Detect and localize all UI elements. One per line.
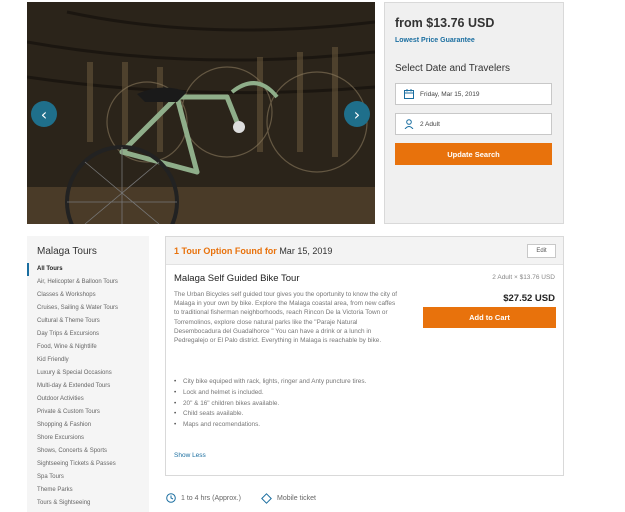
lowest-price-link[interactable]: Lowest Price Guarantee: [395, 37, 475, 44]
feature-item: Child seats available.: [174, 409, 399, 420]
edit-button[interactable]: Edit: [527, 244, 556, 258]
results-count: 1 Tour Option Found for: [174, 246, 277, 256]
option-title: Malaga Self Guided Bike Tour: [174, 273, 300, 284]
booking-panel: from $13.76 USD Lowest Price Guarantee S…: [384, 2, 564, 224]
sidebar-item[interactable]: Spa Tours: [27, 471, 149, 484]
duration-info: 1 to 4 hrs (Approx.): [166, 493, 241, 503]
ticket-icon: [261, 493, 272, 504]
sidebar-item[interactable]: Food, Wine & Nightlife: [27, 341, 149, 354]
sidebar-item[interactable]: Day Trips & Excursions: [27, 328, 149, 341]
sidebar-item[interactable]: Sightseeing Tickets & Passes: [27, 458, 149, 471]
calendar-icon: [404, 89, 416, 99]
feature-item: City bike equiped with rack, lights, rin…: [174, 377, 399, 388]
sidebar-title: Malaga Tours: [37, 246, 97, 257]
duration-text: 1 to 4 hrs (Approx.): [181, 494, 241, 502]
sidebar-item[interactable]: Air, Helicopter & Balloon Tours: [27, 276, 149, 289]
sidebar-item[interactable]: Kid Friendly: [27, 354, 149, 367]
sidebar-item[interactable]: Shore Excursions: [27, 432, 149, 445]
tour-photo: ‹ ›: [27, 2, 375, 224]
sidebar-item[interactable]: Multi-day & Extended Tours: [27, 380, 149, 393]
results-date: Mar 15, 2019: [276, 246, 333, 256]
price-total: $27.52 USD: [503, 293, 555, 304]
sidebar-item[interactable]: Theme Parks: [27, 484, 149, 497]
sidebar-item[interactable]: Tours & Sightseeing: [27, 497, 149, 510]
category-list: All Tours Air, Helicopter & Balloon Tours…: [27, 263, 149, 510]
results-panel: 1 Tour Option Found for Mar 15, 2019 Edi…: [165, 236, 564, 476]
show-less-link[interactable]: Show Less: [174, 452, 206, 459]
update-search-button[interactable]: Update Search: [395, 143, 552, 165]
sidebar-item[interactable]: Private & Custom Tours: [27, 406, 149, 419]
feature-item: Maps and recomendations.: [174, 420, 399, 431]
price-from: from $13.76 USD: [395, 16, 495, 30]
add-to-cart-button[interactable]: Add to Cart: [423, 307, 556, 328]
feature-item: Lock and helmet is included.: [174, 388, 399, 399]
chevron-right-icon: ›: [353, 104, 361, 124]
sidebar-item[interactable]: Cruises, Sailing & Water Tours: [27, 302, 149, 315]
bicycle-image: [27, 2, 375, 224]
travelers-value: 2 Adult: [420, 120, 440, 128]
ticket-info: Mobile ticket: [261, 493, 316, 504]
option-features: City bike equiped with rack, lights, rin…: [174, 377, 399, 431]
ticket-text: Mobile ticket: [277, 495, 316, 502]
option-description: The Urban Bicycles self guided tour give…: [174, 291, 398, 345]
results-header: 1 Tour Option Found for Mar 15, 2019 Edi…: [166, 237, 563, 265]
feature-item: 20" & 16" children bikes available.: [174, 399, 399, 410]
chevron-left-icon: ‹: [40, 104, 48, 124]
sidebar-item[interactable]: Shopping & Fashion: [27, 419, 149, 432]
person-icon: [404, 119, 416, 129]
gallery-next-button[interactable]: ›: [344, 101, 370, 127]
sidebar-item[interactable]: Luxury & Special Occasions: [27, 367, 149, 380]
category-sidebar: Malaga Tours All Tours Air, Helicopter & …: [27, 236, 149, 512]
clock-icon: [166, 493, 176, 503]
gallery-prev-button[interactable]: ‹: [31, 101, 57, 127]
sidebar-item[interactable]: Shows, Concerts & Sports: [27, 445, 149, 458]
results-found-text: 1 Tour Option Found for Mar 15, 2019: [174, 246, 332, 256]
travelers-field[interactable]: 2 Adult: [395, 113, 552, 135]
sidebar-item[interactable]: Cultural & Theme Tours: [27, 315, 149, 328]
date-field[interactable]: Friday, Mar 15, 2019: [395, 83, 552, 105]
sidebar-item[interactable]: All Tours: [27, 263, 149, 276]
price-calculation: 2 Adult × $13.76 USD: [492, 274, 555, 281]
sidebar-item[interactable]: Outdoor Activities: [27, 393, 149, 406]
sidebar-item[interactable]: Classes & Workshops: [27, 289, 149, 302]
select-date-title: Select Date and Travelers: [395, 63, 511, 74]
date-value: Friday, Mar 15, 2019: [420, 90, 480, 98]
